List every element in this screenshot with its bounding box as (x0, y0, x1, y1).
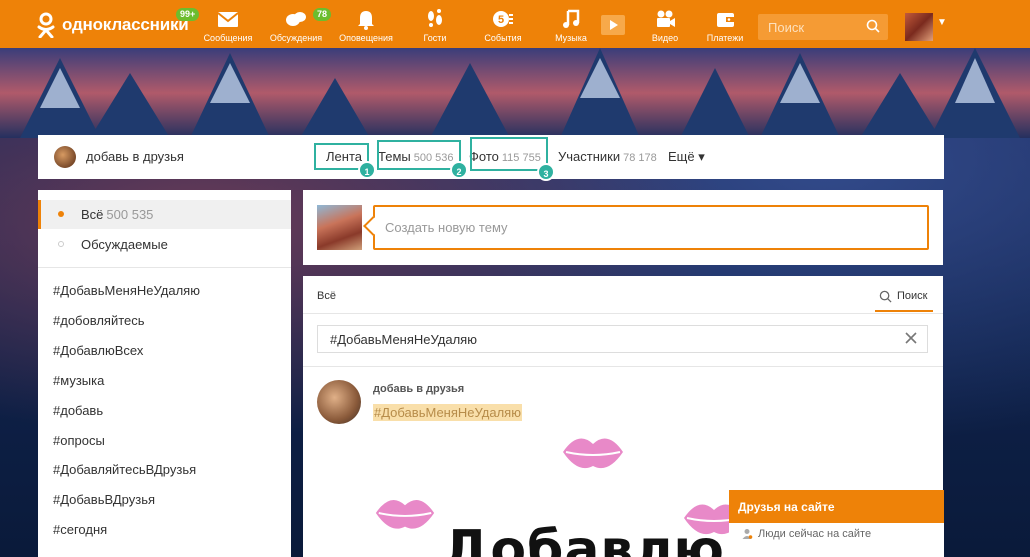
highlight-number-1: 1 (358, 161, 376, 179)
topics-sidebar: Всё 500 535 Обсуждаемые #ДобавьМеняНеУдал… (38, 190, 291, 557)
nav-events[interactable]: 5 События (471, 8, 535, 46)
envelope-icon (217, 12, 239, 27)
tab-members[interactable]: Участники 78 178 (558, 149, 657, 164)
nav-messages[interactable]: Сообщения (196, 8, 260, 46)
music-play-icon[interactable] (601, 15, 625, 35)
top-navigation-bar: одноклассники 99+ Сообщения Обсуждения 7… (0, 0, 1030, 48)
highlight-number-2: 2 (450, 161, 468, 179)
music-note-icon (563, 9, 580, 28)
feed-tab-all[interactable]: Всё (317, 290, 336, 302)
highlight-box-topics (377, 140, 461, 170)
feed-divider (303, 313, 943, 314)
search-icon[interactable] (866, 19, 880, 33)
nav-guests[interactable]: Гости (403, 8, 467, 46)
user-menu-caret-icon[interactable]: ▼ (937, 17, 947, 28)
hashtag-link[interactable]: #сегодня (53, 522, 107, 537)
user-avatar[interactable] (905, 13, 933, 41)
friends-online-title[interactable]: Друзья на сайте (729, 490, 944, 523)
close-icon[interactable] (903, 330, 919, 346)
bell-icon (358, 11, 374, 30)
highlight-number-3: 3 (537, 163, 555, 181)
ok-logo[interactable]: одноклассники (36, 12, 189, 38)
hashtag-link[interactable]: #опросы (53, 433, 105, 448)
people-icon (742, 529, 753, 539)
new-topic-composer: Создать новую тему (303, 190, 943, 265)
post-author-avatar[interactable] (317, 380, 361, 424)
highlight-box-photos (470, 137, 548, 171)
friends-online-panel[interactable]: Друзья на сайте Люди сейчас на сайте (729, 490, 944, 557)
post-author[interactable]: добавь в друзья (373, 383, 464, 395)
group-name[interactable]: добавь в друзья (86, 149, 184, 164)
inactive-dot-icon (58, 241, 64, 247)
wallet-icon (717, 13, 734, 27)
hashtag-link[interactable]: #ДобавьМеняНеУдаляю (53, 283, 200, 298)
discussions-badge: 78 (313, 8, 332, 21)
hashtag-link[interactable]: #ДобавьВДрузья (53, 492, 155, 507)
nav-video[interactable]: Видео (633, 8, 697, 46)
nav-payments[interactable]: Платежи (693, 8, 757, 46)
lipstick-kiss-image (375, 499, 435, 529)
brand-name: одноклассники (62, 15, 189, 34)
nav-music[interactable]: Музыка (539, 8, 603, 46)
search-box[interactable] (758, 14, 888, 40)
hashtag-link[interactable]: #ДобавлюВсех (53, 343, 143, 358)
hashtag-link[interactable]: #музыка (53, 373, 104, 388)
footprints-icon (428, 9, 442, 27)
friends-online-subtitle[interactable]: Люди сейчас на сайте (741, 528, 871, 540)
active-dot-icon (58, 211, 64, 217)
post-hashtag[interactable]: #ДобавьМеняНеУдаляю (373, 404, 522, 421)
nav-notifications[interactable]: Оповещения (334, 8, 398, 46)
hashtag-link[interactable]: #ДобавляйтесьВДрузья (53, 462, 196, 477)
snowy-forest-banner (0, 48, 1030, 138)
svg-text:5: 5 (498, 14, 504, 26)
chat-bubbles-icon (286, 12, 306, 26)
filter-all[interactable]: Всё 500 535 (38, 200, 291, 229)
events-five-icon: 5 (493, 11, 513, 27)
hashtag-link[interactable]: #добавь (53, 403, 103, 418)
new-topic-input[interactable]: Создать новую тему (373, 205, 929, 250)
hashtag-link[interactable]: #добовляйтесь (53, 313, 145, 328)
ok-logo-icon (37, 12, 55, 38)
post-image-text: Добавлю (443, 520, 725, 557)
tab-more[interactable]: Ещё ▾ (668, 149, 705, 165)
filter-discussed[interactable]: Обсуждаемые (38, 230, 291, 259)
lipstick-kiss-image (563, 438, 623, 469)
group-header-bar: добавь в друзья Лента Темы 500 536 Фото 11… (38, 135, 944, 181)
feed-divider (303, 366, 943, 367)
group-avatar[interactable] (54, 146, 76, 168)
feed-search-tab[interactable]: Поиск (875, 286, 933, 312)
hashtag-filter-field[interactable]: #ДобавьМеняНеУдаляю (317, 325, 928, 353)
search-icon (879, 290, 892, 303)
sidebar-divider (38, 267, 291, 268)
composer-user-avatar (317, 205, 362, 250)
video-camera-icon (657, 10, 675, 27)
